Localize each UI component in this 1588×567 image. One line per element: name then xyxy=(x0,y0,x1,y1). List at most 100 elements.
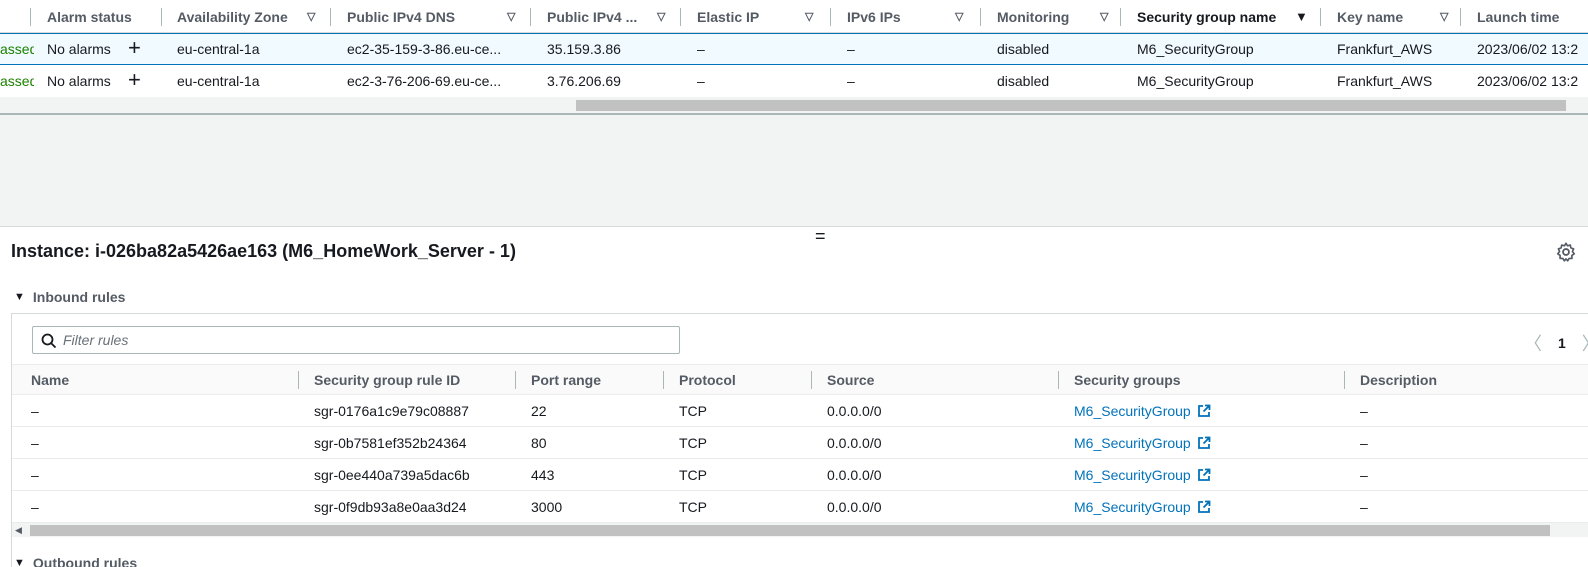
column-divider[interactable] xyxy=(1460,8,1461,26)
public-dns-cell: ec2-3-76-206-69.eu-ce... xyxy=(347,73,502,89)
section-label: Outbound rules xyxy=(32,555,138,567)
external-link-icon xyxy=(1197,500,1211,513)
column-header-public-ipv4[interactable]: Public IPv4 ... ▽ xyxy=(547,0,672,33)
source-cell: 0.0.0.0/0 xyxy=(827,434,882,451)
column-divider[interactable] xyxy=(980,8,981,26)
column-header-description[interactable]: Description xyxy=(1360,365,1437,395)
sort-caret-icon[interactable]: ▽ xyxy=(507,10,515,23)
public-ipv4-cell: 35.159.3.86 xyxy=(547,41,621,57)
column-header-launch-time[interactable]: Launch time xyxy=(1477,0,1588,33)
availability-zone-cell: eu-central-1a xyxy=(177,73,260,89)
page-number[interactable]: 1 xyxy=(1558,335,1566,351)
scroll-left-icon[interactable]: ◀ xyxy=(15,523,22,537)
table-row[interactable]: – sgr-0f9db93a8e0aa3d24 3000 TCP 0.0.0.0… xyxy=(12,491,1588,523)
sort-caret-icon[interactable]: ▽ xyxy=(657,10,665,23)
plus-icon[interactable]: + xyxy=(128,69,141,91)
filter-rules-input[interactable] xyxy=(63,332,679,348)
rule-id-cell: sgr-0f9db93a8e0aa3d24 xyxy=(314,498,467,515)
elastic-ip-cell: – xyxy=(697,73,705,89)
scrollbar-thumb[interactable] xyxy=(30,525,1550,536)
port-range-cell: 22 xyxy=(531,402,547,419)
outbound-rules-toggle[interactable]: ▼ Outbound rules xyxy=(14,555,137,567)
gear-icon[interactable] xyxy=(1555,241,1577,263)
column-header-rule-id[interactable]: Security group rule ID xyxy=(314,365,460,395)
protocol-cell: TCP xyxy=(679,434,707,451)
column-divider[interactable] xyxy=(30,8,31,26)
monitoring-cell: disabled xyxy=(997,73,1050,89)
column-divider[interactable] xyxy=(1120,8,1121,26)
sort-caret-icon[interactable]: ▽ xyxy=(805,10,813,23)
drag-handle-icon[interactable]: = xyxy=(815,227,826,245)
external-link-icon xyxy=(1197,404,1211,417)
filter-rules-field[interactable] xyxy=(32,326,680,354)
sort-caret-icon[interactable]: ▽ xyxy=(1100,10,1108,23)
column-header-protocol[interactable]: Protocol xyxy=(679,365,736,395)
sort-caret-icon[interactable]: ▼ xyxy=(1295,9,1308,24)
scrollbar-thumb[interactable] xyxy=(576,100,1566,111)
column-header-source[interactable]: Source xyxy=(827,365,874,395)
column-divider[interactable] xyxy=(1344,371,1345,389)
column-divider[interactable] xyxy=(811,371,812,389)
column-header-monitoring[interactable]: Monitoring ▽ xyxy=(997,0,1117,33)
inbound-rules-toggle[interactable]: ▼ Inbound rules xyxy=(14,289,125,305)
key-name-cell: Frankfurt_AWS xyxy=(1337,73,1433,89)
plus-icon[interactable]: + xyxy=(128,37,141,59)
monitoring-cell: disabled xyxy=(997,41,1050,57)
column-header-availability-zone[interactable]: Availability Zone ▽ xyxy=(177,0,317,33)
column-header-elastic-ip[interactable]: Elastic IP ▽ xyxy=(697,0,822,33)
column-divider[interactable] xyxy=(330,8,331,26)
column-header-label: IPv6 IPs xyxy=(847,8,901,25)
chevron-right-icon[interactable]: 〉 xyxy=(1582,330,1588,356)
sort-caret-icon[interactable]: ▽ xyxy=(1440,10,1448,23)
rule-id-cell: sgr-0ee440a739a5dac6b xyxy=(314,466,470,483)
column-divider[interactable] xyxy=(1058,371,1059,389)
table-row[interactable]: – sgr-0176a1c9e79c08887 22 TCP 0.0.0.0/0… xyxy=(12,395,1588,427)
security-group-link[interactable]: M6_SecurityGroup xyxy=(1074,395,1211,426)
column-divider[interactable] xyxy=(298,371,299,389)
column-header-ipv6-ips[interactable]: IPv6 IPs ▽ xyxy=(847,0,982,33)
column-divider[interactable] xyxy=(515,371,516,389)
source-cell: 0.0.0.0/0 xyxy=(827,402,882,419)
column-header-security-groups[interactable]: Security groups xyxy=(1074,365,1181,395)
status-check-cell: assed xyxy=(0,41,34,57)
instance-row[interactable]: assed No alarms + eu-central-1a ec2-3-76… xyxy=(0,65,1588,97)
protocol-cell: TCP xyxy=(679,402,707,419)
chevron-left-icon[interactable]: 〈 xyxy=(1524,330,1542,356)
instance-row[interactable]: assed No alarms + eu-central-1a ec2-35-1… xyxy=(0,33,1588,65)
column-header-label: Elastic IP xyxy=(697,8,760,25)
horizontal-scrollbar[interactable]: ◀ xyxy=(12,523,1588,537)
section-label: Inbound rules xyxy=(32,289,126,305)
table-row[interactable]: – sgr-0ee440a739a5dac6b 443 TCP 0.0.0.0/… xyxy=(12,459,1588,491)
caret-down-icon: ▼ xyxy=(14,557,25,567)
security-group-link[interactable]: M6_SecurityGroup xyxy=(1074,427,1211,458)
protocol-cell: TCP xyxy=(679,498,707,515)
column-header-public-dns[interactable]: Public IPv4 DNS ▽ xyxy=(347,0,522,33)
horizontal-scrollbar[interactable] xyxy=(0,97,1588,113)
column-header-security-group-name[interactable]: Security group name ▼ xyxy=(1137,0,1312,33)
column-divider[interactable] xyxy=(530,8,531,26)
availability-zone-cell: eu-central-1a xyxy=(177,41,260,57)
column-header-key-name[interactable]: Key name ▽ xyxy=(1337,0,1462,33)
column-header-name[interactable]: Name xyxy=(31,365,69,395)
sort-caret-icon[interactable]: ▽ xyxy=(307,10,315,23)
source-cell: 0.0.0.0/0 xyxy=(827,498,882,515)
column-header-label: Public IPv4 DNS xyxy=(347,8,456,25)
security-group-name-cell: M6_SecurityGroup xyxy=(1137,41,1254,57)
security-group-link[interactable]: M6_SecurityGroup xyxy=(1074,491,1211,522)
column-header-label: Availability Zone xyxy=(177,8,288,25)
column-divider[interactable] xyxy=(680,8,681,26)
security-group-link[interactable]: M6_SecurityGroup xyxy=(1074,459,1211,490)
column-header-port-range[interactable]: Port range xyxy=(531,365,601,395)
column-divider[interactable] xyxy=(161,8,162,26)
caret-down-icon: ▼ xyxy=(14,291,25,303)
column-divider[interactable] xyxy=(1320,8,1321,26)
protocol-cell: TCP xyxy=(679,466,707,483)
table-row[interactable]: – sgr-0b7581ef352b24364 80 TCP 0.0.0.0/0… xyxy=(12,427,1588,459)
column-divider[interactable] xyxy=(663,371,664,389)
ipv6-ips-cell: – xyxy=(847,73,855,89)
sort-caret-icon[interactable]: ▽ xyxy=(955,10,963,23)
column-header-alarm-status[interactable]: Alarm status xyxy=(47,0,157,33)
pagination: 〈 1 〉 xyxy=(1524,330,1588,356)
column-divider[interactable] xyxy=(830,8,831,26)
rule-name-cell: – xyxy=(31,498,39,515)
